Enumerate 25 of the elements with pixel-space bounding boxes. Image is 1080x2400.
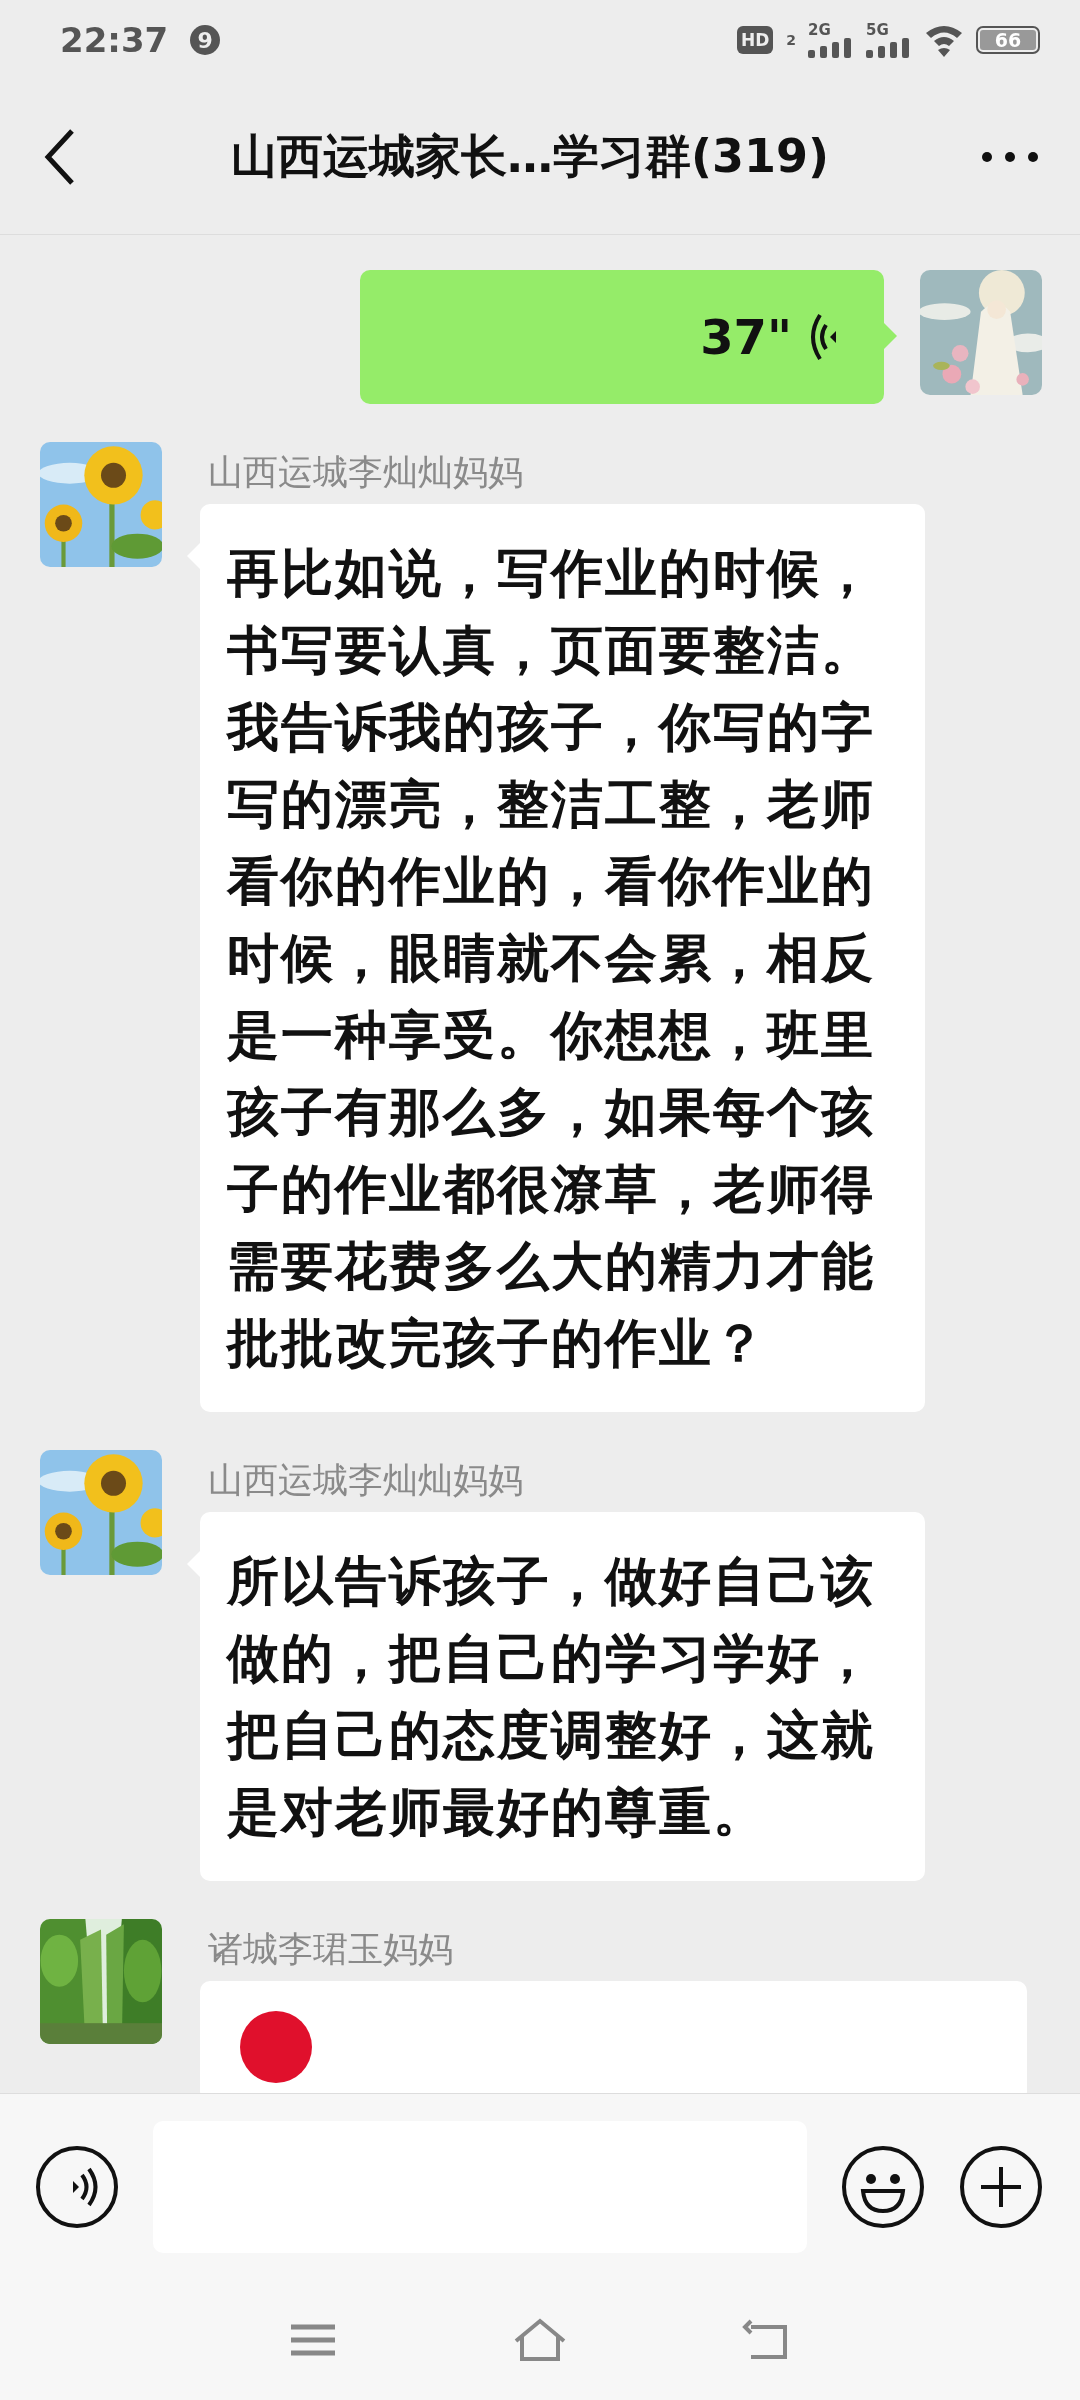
sender-name: 山西运城李灿灿妈妈	[208, 451, 523, 494]
hd-sub: 2	[786, 32, 796, 48]
notification-badge: 9	[190, 25, 221, 55]
more-icon[interactable]	[980, 150, 1040, 164]
plus-icon[interactable]	[959, 2145, 1043, 2229]
network-label: 2G	[808, 22, 831, 38]
signal-icon	[808, 37, 854, 58]
status-time: 22:37	[60, 20, 169, 60]
signal-icon	[866, 37, 912, 58]
hd-icon: HD	[736, 26, 774, 54]
circle-icon	[240, 2011, 312, 2083]
voice-icon[interactable]	[35, 2145, 119, 2229]
network-label: 5G	[866, 22, 889, 38]
voice-message[interactable]: 37"	[360, 270, 884, 404]
bubble-tail	[883, 322, 897, 350]
voice-duration: 37"	[700, 309, 792, 365]
chat-title: 山西运城家长…学习群(319)	[229, 128, 831, 185]
battery-level: 66	[980, 30, 1036, 50]
sender-name: 山西运城李灿灿妈妈	[208, 1459, 523, 1502]
emoji-icon[interactable]	[841, 2145, 925, 2229]
wifi-icon	[924, 23, 964, 57]
sender-name: 诸城李珺玉妈妈	[208, 1928, 453, 1971]
card-message[interactable]	[200, 1981, 1027, 2093]
message-bubble: 再比如说，写作业的时候，书写要认真，页面要整洁。我告诉我的孩子，你写的字写的漂亮，整洁工整，老师看你的作业的，看你作业的时候，眼睛就不会累，相反是一种享受。你想想，班里孩子有那么多，如果每个孩子的作业都很潦草，老师得需要花费多么大的精力才能批批改完孩子的作业？	[200, 504, 925, 1412]
message-bubble: 所以告诉孩子，做好自己该做的，把自己的学习学好，把自己的态度调整好，这就是对老师最好的尊重。	[200, 1512, 925, 1881]
